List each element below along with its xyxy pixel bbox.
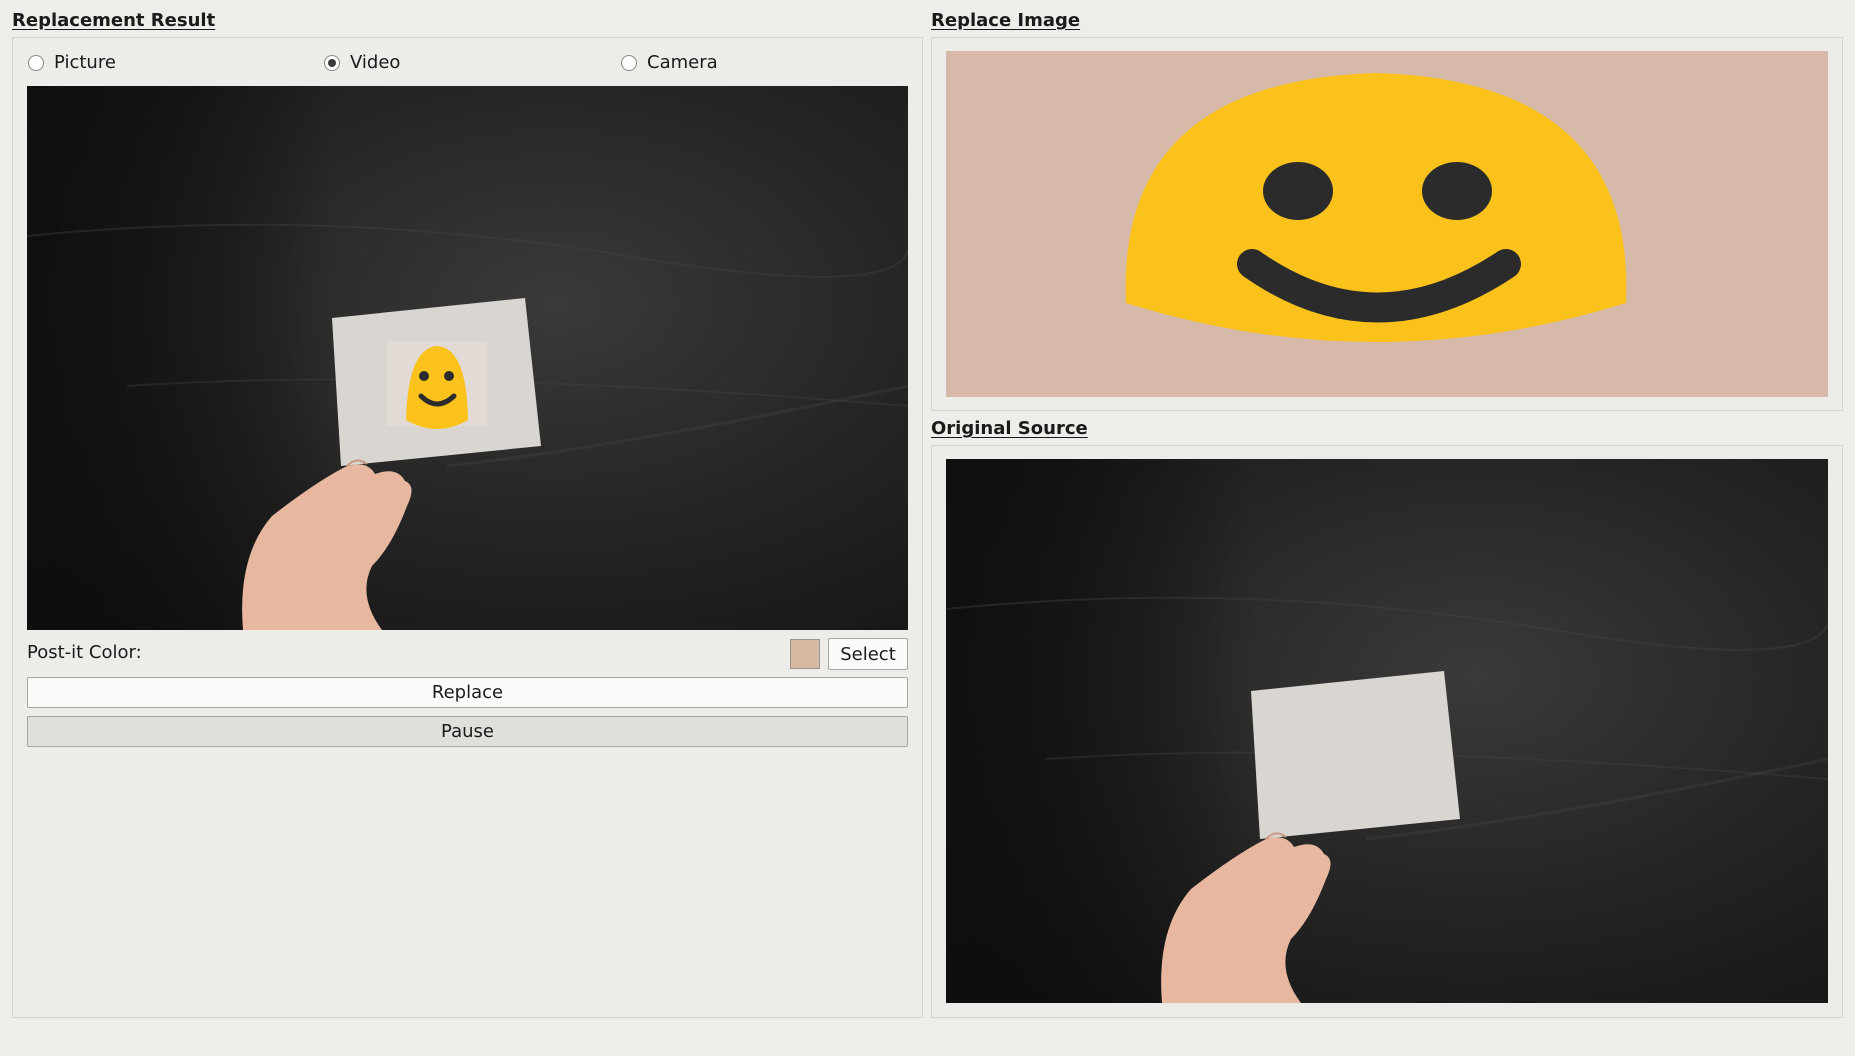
radio-video-indicator[interactable] xyxy=(324,54,340,71)
replacement-result-title: Replacement Result xyxy=(12,10,216,31)
radio-video[interactable]: Video xyxy=(324,52,400,73)
select-color-button[interactable]: Select xyxy=(828,638,908,670)
post-it-color-label: Post-it Color: xyxy=(27,642,142,663)
pause-button[interactable]: Pause xyxy=(27,716,908,747)
post-it-color-swatch xyxy=(790,639,820,669)
radio-picture-indicator[interactable] xyxy=(28,54,44,71)
original-source-video xyxy=(946,459,1828,1003)
radio-camera-label: Camera xyxy=(647,52,718,73)
original-source-title: Original Source xyxy=(931,418,1088,439)
replace-image-preview xyxy=(946,51,1828,397)
radio-video-label: Video xyxy=(350,52,401,73)
replace-image-title: Replace Image xyxy=(931,10,1081,31)
replace-button[interactable]: Replace xyxy=(27,677,908,708)
radio-camera[interactable]: Camera xyxy=(621,52,718,73)
radio-picture-label: Picture xyxy=(54,52,116,73)
radio-camera-indicator[interactable] xyxy=(621,54,637,71)
replacement-result-video xyxy=(27,86,908,630)
radio-picture[interactable]: Picture xyxy=(28,52,116,73)
